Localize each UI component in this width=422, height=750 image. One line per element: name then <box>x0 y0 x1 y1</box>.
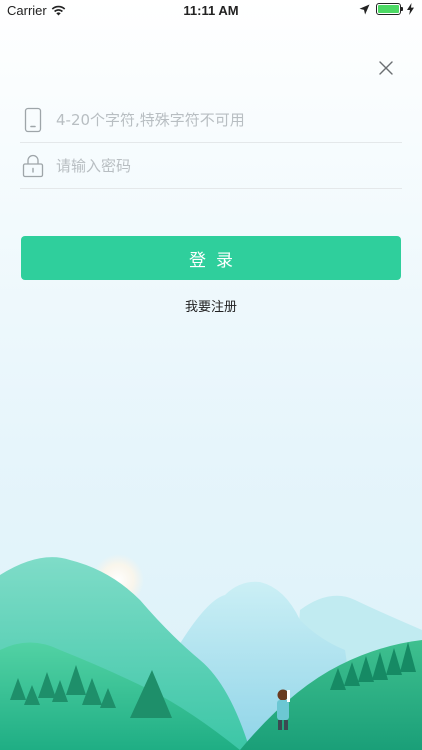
phone-field <box>20 97 402 143</box>
phone-icon <box>20 107 46 133</box>
battery-level <box>378 5 399 13</box>
status-right <box>359 3 414 15</box>
charging-bolt-icon <box>407 3 414 15</box>
close-button[interactable] <box>375 57 397 79</box>
register-link[interactable]: 我要注册 <box>0 296 422 315</box>
password-field <box>20 143 402 189</box>
lock-icon <box>20 154 46 178</box>
landscape-illustration <box>0 554 422 750</box>
password-input[interactable] <box>56 150 402 181</box>
phone-input[interactable] <box>56 104 402 135</box>
status-bar: Carrier 11:11 AM <box>0 0 422 22</box>
close-icon <box>379 61 393 75</box>
login-button[interactable]: 登录 <box>21 236 401 280</box>
battery-icon <box>376 3 403 15</box>
location-arrow-icon <box>359 4 370 14</box>
